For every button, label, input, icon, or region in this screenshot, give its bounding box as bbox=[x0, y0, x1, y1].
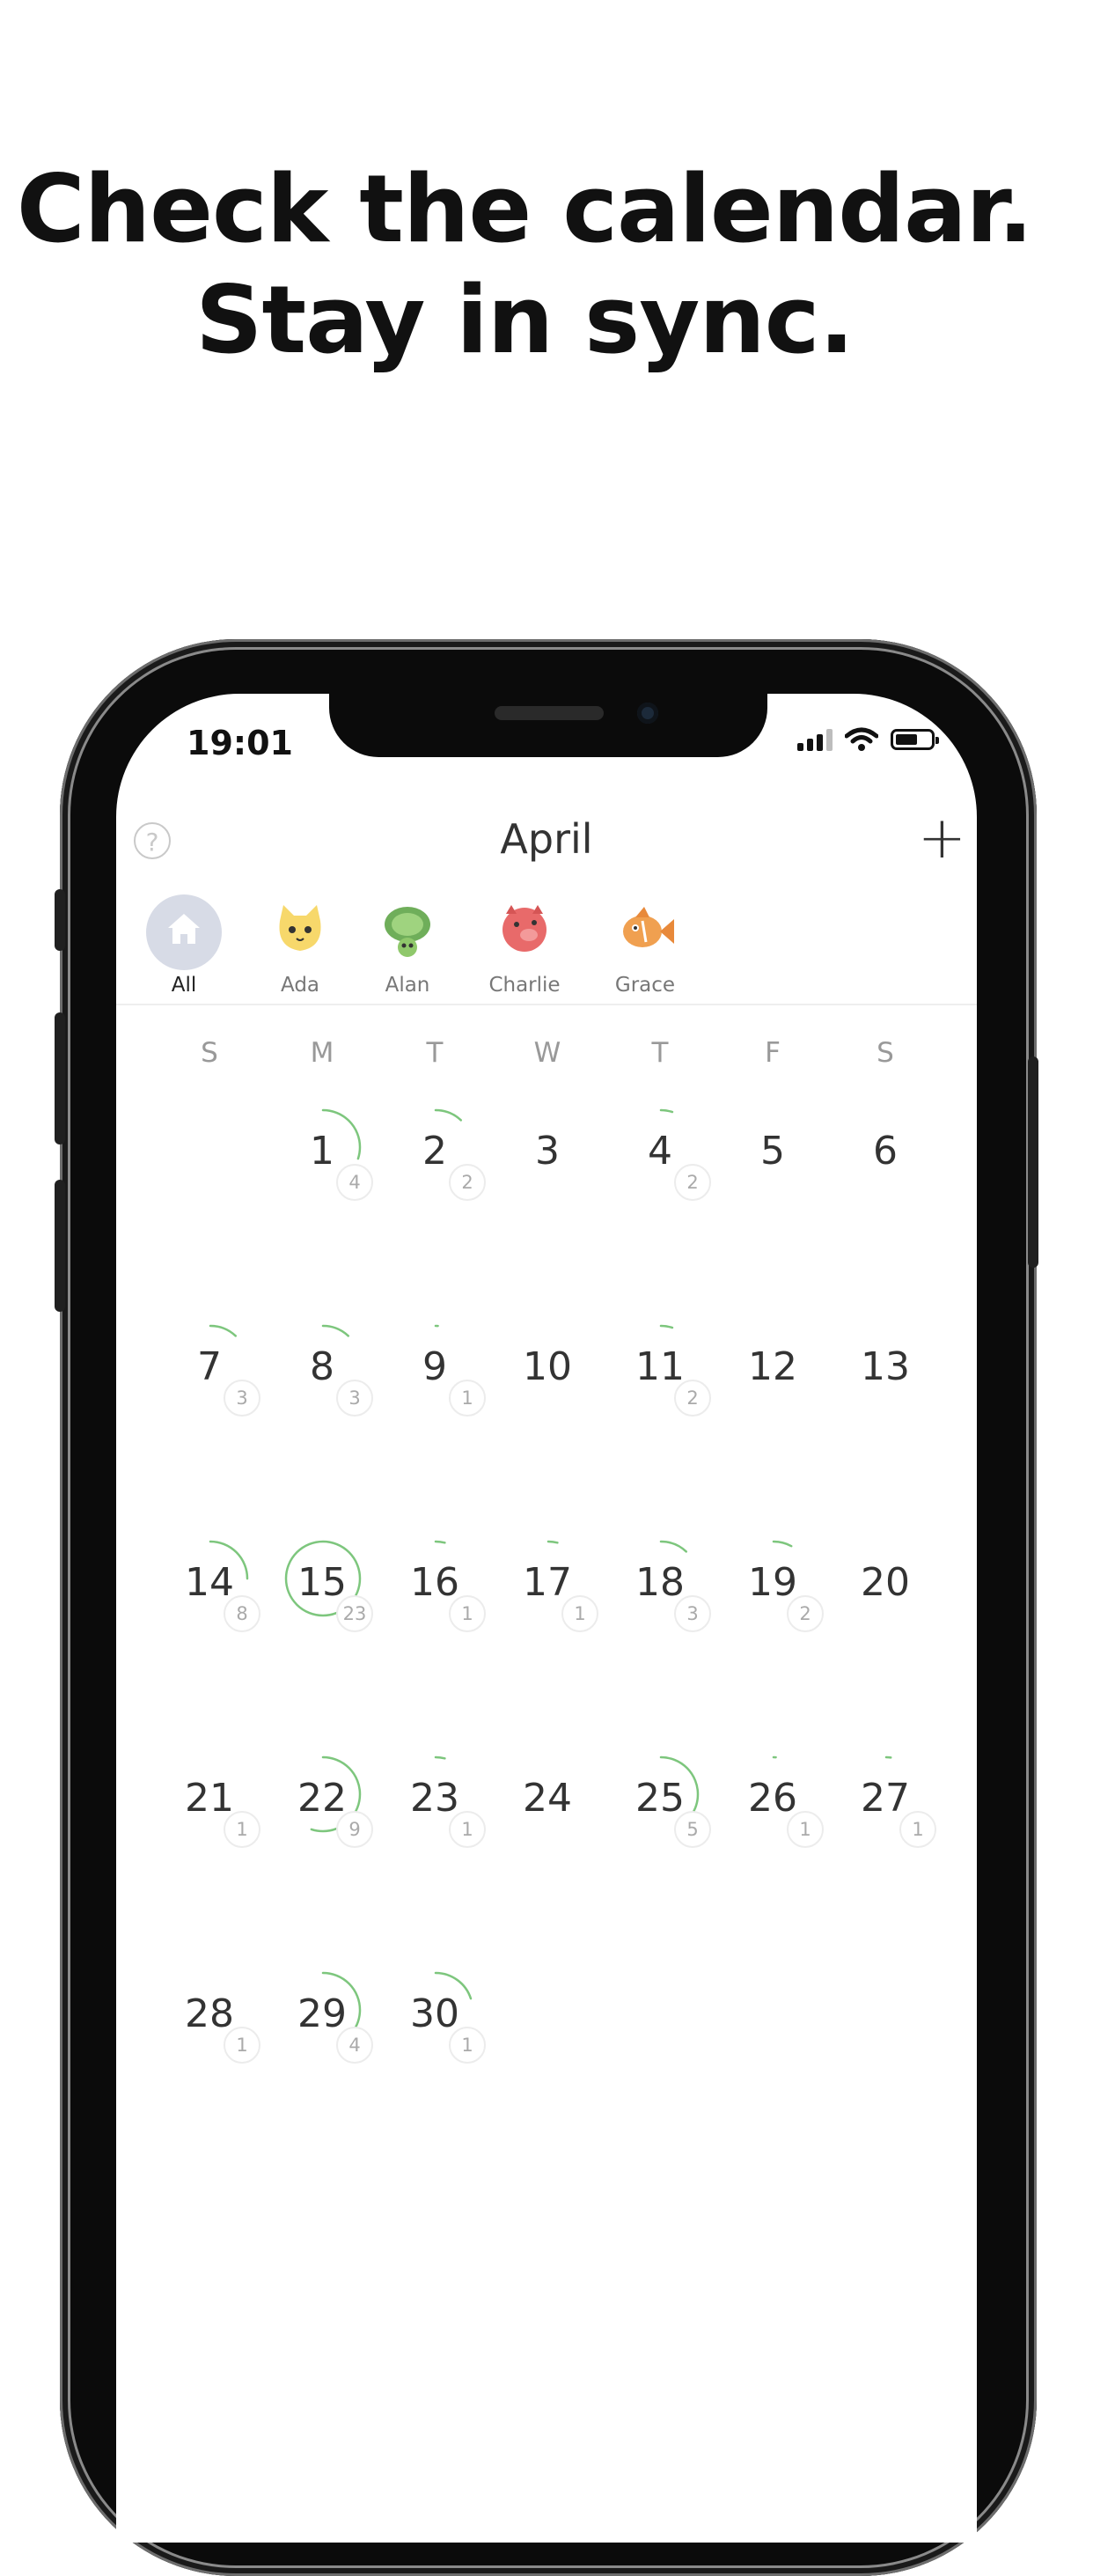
calendar-day[interactable]: 23 1 bbox=[378, 1755, 491, 1851]
phone-screen: 19:01 ? April + All Ada Alan Charlie Gra… bbox=[116, 694, 977, 2543]
calendar-day[interactable]: 26 1 bbox=[716, 1755, 829, 1851]
calendar-day[interactable]: 6 bbox=[829, 1108, 942, 1204]
status-icons bbox=[797, 727, 939, 752]
calendar-day[interactable]: 27 1 bbox=[829, 1755, 942, 1851]
headline-line-1: Check the calendar. bbox=[16, 155, 1033, 263]
volume-up-button bbox=[55, 1012, 65, 1144]
calendar-day[interactable]: 22 bbox=[378, 1108, 491, 1204]
weekday-header: S M T W T F S bbox=[116, 1037, 977, 1072]
battery-icon bbox=[891, 729, 939, 750]
day-number: 13 bbox=[861, 1344, 910, 1389]
day-number: 24 bbox=[523, 1776, 572, 1821]
fish-icon bbox=[607, 894, 683, 970]
calendar-day[interactable]: 16 1 bbox=[378, 1539, 491, 1636]
calendar-day[interactable]: 42 bbox=[604, 1108, 716, 1204]
house-icon bbox=[146, 894, 222, 970]
day-number: 3 bbox=[535, 1129, 560, 1174]
event-count-badge: 1 bbox=[787, 1811, 824, 1848]
event-count-badge: 2 bbox=[449, 1164, 486, 1201]
headline: Check the calendar. Stay in sync. bbox=[0, 154, 1049, 376]
calendar-day[interactable]: 91 bbox=[378, 1323, 491, 1420]
calendar-day[interactable]: 14 8 bbox=[153, 1539, 266, 1636]
calendar-day[interactable]: 28 1 bbox=[153, 1970, 266, 2067]
weekday-label: S bbox=[877, 1037, 894, 1069]
children-selector: All Ada Alan Charlie Grace bbox=[116, 894, 977, 1005]
headline-line-2: Stay in sync. bbox=[195, 266, 855, 374]
event-count-badge: 1 bbox=[449, 2027, 486, 2064]
event-count-badge: 1 bbox=[449, 1811, 486, 1848]
event-count-badge: 4 bbox=[336, 1164, 373, 1201]
calendar-day[interactable]: 22 9 bbox=[266, 1755, 378, 1851]
wifi-icon bbox=[845, 727, 878, 751]
calendar-day[interactable]: 10 bbox=[491, 1323, 604, 1420]
calendar-day[interactable]: 83 bbox=[266, 1323, 378, 1420]
month-title: April bbox=[500, 815, 593, 863]
event-count-badge: 1 bbox=[224, 1811, 260, 1848]
day-number: 6 bbox=[873, 1129, 898, 1174]
weekday-label: M bbox=[310, 1037, 334, 1069]
calendar-day[interactable]: 3 bbox=[491, 1108, 604, 1204]
event-count-badge: 1 bbox=[899, 1811, 936, 1848]
cat-icon bbox=[262, 894, 338, 970]
calendar-day[interactable]: 13 bbox=[829, 1323, 942, 1420]
event-count-badge: 2 bbox=[674, 1380, 711, 1417]
calendar-day[interactable]: 29 4 bbox=[266, 1970, 378, 2067]
day-number: 20 bbox=[861, 1560, 910, 1605]
calendar-day[interactable]: 14 bbox=[266, 1108, 378, 1204]
calendar-grid: 1 4 2 2 3 4 2 5 6 7 3 8 3 9 1 10 11 2 12 13 14 8 15 23 16 1 17 1 18 3… bbox=[116, 1108, 977, 2208]
day-number: 10 bbox=[523, 1344, 572, 1389]
event-count-badge: 2 bbox=[674, 1164, 711, 1201]
event-count-badge: 1 bbox=[449, 1380, 486, 1417]
day-number: 5 bbox=[760, 1129, 785, 1174]
cellular-signal-icon bbox=[797, 728, 833, 751]
calendar-day[interactable]: 11 2 bbox=[604, 1323, 716, 1420]
child-label: Grace bbox=[614, 974, 676, 997]
weekday-label: W bbox=[533, 1037, 561, 1069]
calendar-day[interactable]: 24 bbox=[491, 1755, 604, 1851]
volume-down-button bbox=[55, 1180, 65, 1312]
pig-icon bbox=[487, 894, 562, 970]
event-count-badge: 4 bbox=[336, 2027, 373, 2064]
calendar-day[interactable]: 19 2 bbox=[716, 1539, 829, 1636]
calendar-day[interactable]: 18 3 bbox=[604, 1539, 716, 1636]
event-count-badge: 1 bbox=[224, 2027, 260, 2064]
weekday-label: T bbox=[651, 1037, 669, 1069]
front-camera bbox=[637, 703, 658, 724]
child-tab-grace[interactable]: Grace bbox=[570, 894, 720, 997]
event-count-badge: 3 bbox=[336, 1380, 373, 1417]
calendar-day[interactable]: 5 bbox=[716, 1108, 829, 1204]
calendar-day[interactable]: 30 1 bbox=[378, 1970, 491, 2067]
weekday-label: S bbox=[201, 1037, 218, 1069]
notch bbox=[329, 694, 767, 757]
power-button bbox=[1028, 1056, 1038, 1268]
event-count-badge: 5 bbox=[674, 1811, 711, 1848]
calendar-day[interactable]: 15 23 bbox=[266, 1539, 378, 1636]
nav-bar: ? April + bbox=[116, 804, 977, 879]
calendar-day[interactable]: 21 1 bbox=[153, 1755, 266, 1851]
event-count-badge: 3 bbox=[674, 1595, 711, 1632]
event-count-badge: 1 bbox=[561, 1595, 598, 1632]
status-time: 19:01 bbox=[187, 724, 293, 762]
event-count-badge: 23 bbox=[336, 1595, 373, 1632]
add-event-button[interactable]: + bbox=[918, 803, 966, 873]
calendar-day[interactable]: 73 bbox=[153, 1323, 266, 1420]
event-count-badge: 1 bbox=[449, 1595, 486, 1632]
calendar-day[interactable]: 25 5 bbox=[604, 1755, 716, 1851]
speaker bbox=[495, 706, 604, 720]
weekday-label: F bbox=[765, 1037, 781, 1069]
calendar-day[interactable]: 20 bbox=[829, 1539, 942, 1636]
day-number: 12 bbox=[748, 1344, 797, 1389]
weekday-label: T bbox=[426, 1037, 444, 1069]
event-count-badge: 3 bbox=[224, 1380, 260, 1417]
turtle-icon bbox=[370, 894, 445, 970]
calendar-day[interactable]: 12 bbox=[716, 1323, 829, 1420]
mute-switch bbox=[55, 889, 65, 951]
event-count-badge: 2 bbox=[787, 1595, 824, 1632]
calendar-day[interactable]: 17 1 bbox=[491, 1539, 604, 1636]
event-count-badge: 9 bbox=[336, 1811, 373, 1848]
event-count-badge: 8 bbox=[224, 1595, 260, 1632]
